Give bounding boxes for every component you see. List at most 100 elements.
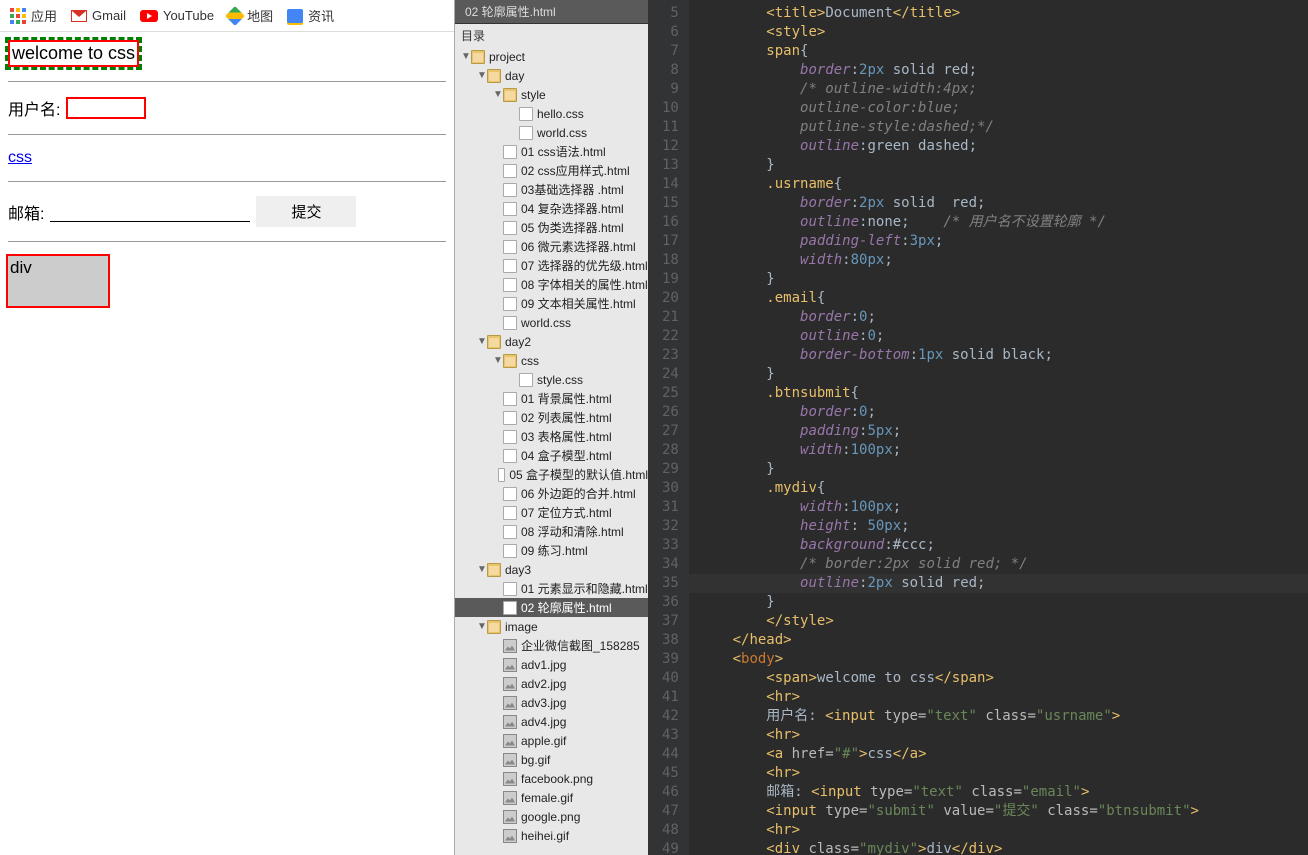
code-line[interactable]: <input type="submit" value="提交" class="b… bbox=[689, 802, 1308, 821]
tree-file[interactable]: 06 微元素选择器.html bbox=[455, 237, 648, 256]
tree-file[interactable]: adv1.jpg bbox=[455, 655, 648, 674]
code-line[interactable]: .email{ bbox=[689, 289, 1308, 308]
code-line[interactable]: border:0; bbox=[689, 403, 1308, 422]
code-line[interactable]: outline-color:blue; bbox=[689, 99, 1308, 118]
bookmark-apps[interactable]: 应用 bbox=[10, 6, 57, 25]
tree-file[interactable]: 企业微信截图_158285 bbox=[455, 636, 648, 655]
tree-folder[interactable]: ▼style bbox=[455, 85, 648, 104]
tree-file[interactable]: female.gif bbox=[455, 788, 648, 807]
code-line[interactable]: /* border:2px solid red; */ bbox=[689, 555, 1308, 574]
code-line[interactable]: outline:2px solid red; bbox=[689, 574, 1308, 593]
code-line[interactable]: } bbox=[689, 460, 1308, 479]
tree-file[interactable]: 09 练习.html bbox=[455, 541, 648, 560]
code-line[interactable]: } bbox=[689, 593, 1308, 612]
code-line[interactable]: <hr> bbox=[689, 726, 1308, 745]
tree-folder[interactable]: ▼project bbox=[455, 47, 648, 66]
code-line[interactable]: /* outline-width:4px; bbox=[689, 80, 1308, 99]
file-tree[interactable]: ▼project▼day▼stylehello.cssworld.css01 c… bbox=[455, 47, 648, 855]
code-line[interactable]: background:#ccc; bbox=[689, 536, 1308, 555]
tree-folder[interactable]: ▼css bbox=[455, 351, 648, 370]
code-line[interactable]: height: 50px; bbox=[689, 517, 1308, 536]
tree-file[interactable]: facebook.png bbox=[455, 769, 648, 788]
code-line[interactable]: border:2px solid red; bbox=[689, 61, 1308, 80]
tree-file[interactable]: 06 外边距的合并.html bbox=[455, 484, 648, 503]
code-line[interactable]: </style> bbox=[689, 612, 1308, 631]
tree-file[interactable]: 01 背景属性.html bbox=[455, 389, 648, 408]
bookmark-gmail[interactable]: Gmail bbox=[71, 8, 126, 23]
tree-file[interactable]: adv2.jpg bbox=[455, 674, 648, 693]
tree-file[interactable]: 08 浮动和清除.html bbox=[455, 522, 648, 541]
tree-tab[interactable]: 02 轮廓属性.html bbox=[455, 0, 648, 24]
code-line[interactable]: <div class="mydiv">div</div> bbox=[689, 840, 1308, 855]
tree-file[interactable]: hello.css bbox=[455, 104, 648, 123]
bookmark-maps[interactable]: 地图 bbox=[228, 6, 273, 25]
code-line[interactable]: } bbox=[689, 365, 1308, 384]
tree-file[interactable]: 03 表格属性.html bbox=[455, 427, 648, 446]
tree-file[interactable]: 01 元素显示和隐藏.html bbox=[455, 579, 648, 598]
code-line[interactable]: border:0; bbox=[689, 308, 1308, 327]
tree-folder[interactable]: ▼day3 bbox=[455, 560, 648, 579]
tree-file[interactable]: adv4.jpg bbox=[455, 712, 648, 731]
tree-file[interactable]: 04 盒子模型.html bbox=[455, 446, 648, 465]
code-line[interactable]: border:2px solid red; bbox=[689, 194, 1308, 213]
tree-file[interactable]: 07 选择器的优先级.html bbox=[455, 256, 648, 275]
code-line[interactable]: <hr> bbox=[689, 764, 1308, 783]
tree-file[interactable]: 08 字体相关的属性.html bbox=[455, 275, 648, 294]
code-line[interactable]: width:100px; bbox=[689, 441, 1308, 460]
code-line[interactable]: } bbox=[689, 270, 1308, 289]
tree-file[interactable]: google.png bbox=[455, 807, 648, 826]
code-line[interactable]: padding:5px; bbox=[689, 422, 1308, 441]
tree-file[interactable]: style.css bbox=[455, 370, 648, 389]
bookmark-youtube[interactable]: YouTube bbox=[140, 8, 214, 23]
code-line[interactable]: <hr> bbox=[689, 688, 1308, 707]
code-line[interactable]: <hr> bbox=[689, 821, 1308, 840]
code-line[interactable]: outline:none; /* 用户名不设置轮廓 */ bbox=[689, 213, 1308, 232]
tree-file[interactable]: heihei.gif bbox=[455, 826, 648, 845]
code-line[interactable]: 用户名: <input type="text" class="usrname"> bbox=[689, 707, 1308, 726]
code-line[interactable]: padding-left:3px; bbox=[689, 232, 1308, 251]
tree-file[interactable]: 07 定位方式.html bbox=[455, 503, 648, 522]
code-line[interactable]: <body> bbox=[689, 650, 1308, 669]
code-line[interactable]: .btnsubmit{ bbox=[689, 384, 1308, 403]
email-input[interactable] bbox=[50, 202, 250, 222]
code-line[interactable]: span{ bbox=[689, 42, 1308, 61]
tree-folder[interactable]: ▼day bbox=[455, 66, 648, 85]
code-line[interactable]: <span>welcome to css</span> bbox=[689, 669, 1308, 688]
code-line[interactable]: <a href="#">css</a> bbox=[689, 745, 1308, 764]
tree-file[interactable]: 03基础选择器 .html bbox=[455, 180, 648, 199]
code-line[interactable]: .usrname{ bbox=[689, 175, 1308, 194]
tree-file[interactable]: 02 轮廓属性.html bbox=[455, 598, 648, 617]
code-line[interactable]: width:80px; bbox=[689, 251, 1308, 270]
tree-file[interactable]: bg.gif bbox=[455, 750, 648, 769]
code-line[interactable]: width:100px; bbox=[689, 498, 1308, 517]
tree-file[interactable]: 05 伪类选择器.html bbox=[455, 218, 648, 237]
code-line[interactable]: </head> bbox=[689, 631, 1308, 650]
code-area[interactable]: <title>Document</title> <style> span{ bo… bbox=[689, 0, 1308, 855]
tree-file[interactable]: 05 盒子模型的默认值.html bbox=[455, 465, 648, 484]
tree-file[interactable]: 02 列表属性.html bbox=[455, 408, 648, 427]
code-line[interactable]: putline-style:dashed;*/ bbox=[689, 118, 1308, 137]
tree-folder[interactable]: ▼image bbox=[455, 617, 648, 636]
code-line[interactable]: outline:0; bbox=[689, 327, 1308, 346]
username-input[interactable] bbox=[66, 97, 146, 119]
code-line[interactable]: 邮箱: <input type="text" class="email"> bbox=[689, 783, 1308, 802]
code-editor[interactable]: 5678910111213141516171819202122232425262… bbox=[648, 0, 1308, 855]
tree-file[interactable]: 01 css语法.html bbox=[455, 142, 648, 161]
css-link[interactable]: css bbox=[8, 149, 32, 166]
tree-file[interactable]: adv3.jpg bbox=[455, 693, 648, 712]
code-line[interactable]: <title>Document</title> bbox=[689, 4, 1308, 23]
tree-file[interactable]: 09 文本相关属性.html bbox=[455, 294, 648, 313]
submit-button[interactable] bbox=[256, 196, 356, 227]
tree-file[interactable]: world.css bbox=[455, 313, 648, 332]
code-line[interactable]: outline:green dashed; bbox=[689, 137, 1308, 156]
code-line[interactable]: } bbox=[689, 156, 1308, 175]
tree-file[interactable]: world.css bbox=[455, 123, 648, 142]
tree-file[interactable]: 04 复杂选择器.html bbox=[455, 199, 648, 218]
bookmark-news[interactable]: 资讯 bbox=[287, 6, 334, 25]
code-line[interactable]: .mydiv{ bbox=[689, 479, 1308, 498]
tree-file[interactable]: apple.gif bbox=[455, 731, 648, 750]
tree-file[interactable]: 02 css应用样式.html bbox=[455, 161, 648, 180]
code-line[interactable]: border-bottom:1px solid black; bbox=[689, 346, 1308, 365]
code-line[interactable]: <style> bbox=[689, 23, 1308, 42]
tree-folder[interactable]: ▼day2 bbox=[455, 332, 648, 351]
